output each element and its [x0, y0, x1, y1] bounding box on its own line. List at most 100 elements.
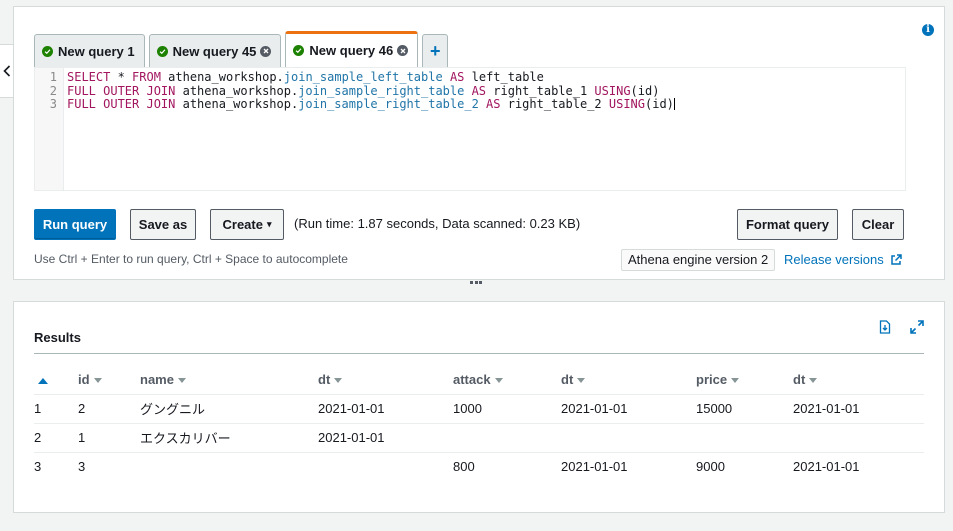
grip-dot [479, 281, 482, 284]
column-header-label: dt [793, 371, 806, 387]
column-header-label: price [696, 371, 728, 387]
tab-new-query-46[interactable]: New query 46 [285, 31, 419, 67]
code-token: left_table [471, 70, 544, 84]
tab-new-query-45[interactable]: New query 45 [148, 34, 282, 67]
format-query-button[interactable]: Format query [737, 209, 838, 240]
table-row: 2 1 エクスカリバー 2021-01-01 [34, 423, 924, 453]
code-token: right_table_1 [493, 83, 595, 98]
results-panel: Results id name dt attack dt price dt 12… [13, 301, 945, 513]
panel-resize-handle[interactable] [470, 281, 482, 285]
line-number: 1 [49, 70, 57, 84]
code-token: FULL OUTER JOIN [67, 83, 183, 98]
column-header[interactable]: dt [318, 365, 453, 395]
row-number: 2 [34, 423, 78, 453]
sort-caret-icon [731, 377, 740, 383]
column-header[interactable]: price [696, 365, 793, 395]
query-editor-panel: i New query 1 New query 45 New query 46 … [13, 6, 945, 280]
grip-dot [474, 281, 478, 284]
sort-caret-icon [494, 377, 503, 383]
table-cell [453, 423, 561, 453]
clear-button[interactable]: Clear [852, 209, 904, 240]
table-cell [318, 452, 453, 481]
check-circle-icon [293, 45, 305, 56]
code-token: * [110, 70, 133, 84]
table-cell: 15000 [696, 394, 793, 424]
results-title: Results [34, 330, 81, 345]
results-table: id name dt attack dt price dt 1 2 グングニル 202… [34, 365, 924, 481]
tab-new-query-1[interactable]: New query 1 [34, 34, 145, 67]
keyboard-hint: Use Ctrl + Enter to run query, Ctrl + Sp… [34, 252, 348, 266]
create-dropdown-button[interactable]: Create ▾ [210, 209, 284, 240]
code-line: FULL OUTER JOIN athena_workshop.join_sam… [67, 83, 675, 99]
code-token: join_sample_left_table [283, 70, 443, 84]
table-cell: 2 [78, 394, 140, 424]
column-header-label: dt [318, 371, 331, 387]
row-number: 3 [34, 459, 42, 475]
table-cell: 2021-01-01 [793, 459, 860, 475]
code-token: join_sample_right_table_2 [298, 97, 479, 111]
download-icon[interactable] [878, 320, 892, 334]
code-token: SELECT [67, 70, 111, 84]
table-cell: 800 [453, 459, 475, 475]
code-token: AS [478, 97, 508, 111]
code-token: athena_workshop. [182, 97, 299, 111]
line-number-gutter: 1 2 3 [35, 68, 64, 190]
code-token: USING [594, 83, 631, 98]
expand-icon[interactable] [910, 320, 924, 334]
column-header[interactable]: id [78, 365, 140, 395]
sql-code[interactable]: SELECT * FROM athena_workshop.join_sampl… [64, 68, 675, 190]
code-token: right_table_2 [507, 97, 609, 111]
table-cell [793, 423, 924, 453]
column-header-label: id [78, 371, 90, 387]
text-cursor [673, 98, 675, 110]
line-number: 3 [49, 97, 57, 111]
code-token: AS [464, 83, 494, 98]
side-panel-toggle[interactable] [0, 44, 14, 98]
code-token: athena_workshop. [168, 70, 284, 84]
code-token: join_sample_right_table [298, 83, 465, 98]
chevron-left-icon [2, 65, 10, 77]
info-icon[interactable]: i [922, 24, 934, 36]
table-cell: 2021-01-01 [318, 394, 453, 424]
close-circle-icon[interactable] [260, 45, 272, 57]
column-header[interactable]: attack [453, 365, 561, 395]
tab-label: New query 46 [309, 43, 394, 58]
column-header-label: name [140, 371, 174, 387]
engine-version-badge: Athena engine version 2 [621, 249, 776, 271]
column-header[interactable]: dt [561, 365, 696, 395]
sort-ascending-icon [38, 377, 48, 384]
code-token: (id) [630, 83, 660, 98]
table-cell: エクスカリバー [140, 423, 318, 453]
release-versions-link[interactable]: Release versions [784, 252, 902, 267]
column-header-label: dt [561, 371, 574, 387]
table-cell: 3 [78, 459, 86, 475]
row-number: 1 [34, 394, 78, 424]
run-query-button[interactable]: Run query [34, 209, 116, 240]
code-line: SELECT * FROM athena_workshop.join_sampl… [67, 70, 675, 85]
tab-label: New query 45 [172, 43, 257, 59]
sort-caret-icon [177, 377, 186, 383]
check-circle-icon [42, 45, 53, 57]
tab-label: New query 1 [58, 43, 135, 59]
column-header[interactable]: name [140, 365, 318, 395]
chevron-down-icon: ▾ [266, 219, 272, 229]
column-header[interactable]: dt [793, 365, 924, 395]
table-header-row: id name dt attack dt price dt [34, 365, 924, 395]
table-cell: 1000 [453, 394, 561, 424]
table-cell: 2021-01-01 [318, 423, 453, 453]
close-circle-icon[interactable] [397, 45, 409, 56]
table-cell: 2021-01-01 [793, 394, 924, 424]
table-row: 3 3 800 2021-01-01 9000 2021-01-01 [34, 452, 924, 481]
save-as-button[interactable]: Save as [130, 209, 196, 240]
sort-caret-icon [809, 377, 818, 383]
sql-editor[interactable]: 1 2 3 SELECT * FROM athena_workshop.join… [34, 67, 906, 191]
external-link-icon [890, 253, 902, 265]
divider [34, 353, 924, 354]
row-number-header[interactable] [34, 365, 78, 395]
add-tab-button[interactable]: + [422, 34, 449, 67]
code-token: (id) [645, 97, 674, 111]
table-cell: 9000 [696, 459, 725, 475]
table-cell: 2021-01-01 [561, 394, 696, 424]
run-info-text: (Run time: 1.87 seconds, Data scanned: 0… [294, 216, 581, 231]
code-line: FULL OUTER JOIN athena_workshop.join_sam… [67, 97, 675, 112]
